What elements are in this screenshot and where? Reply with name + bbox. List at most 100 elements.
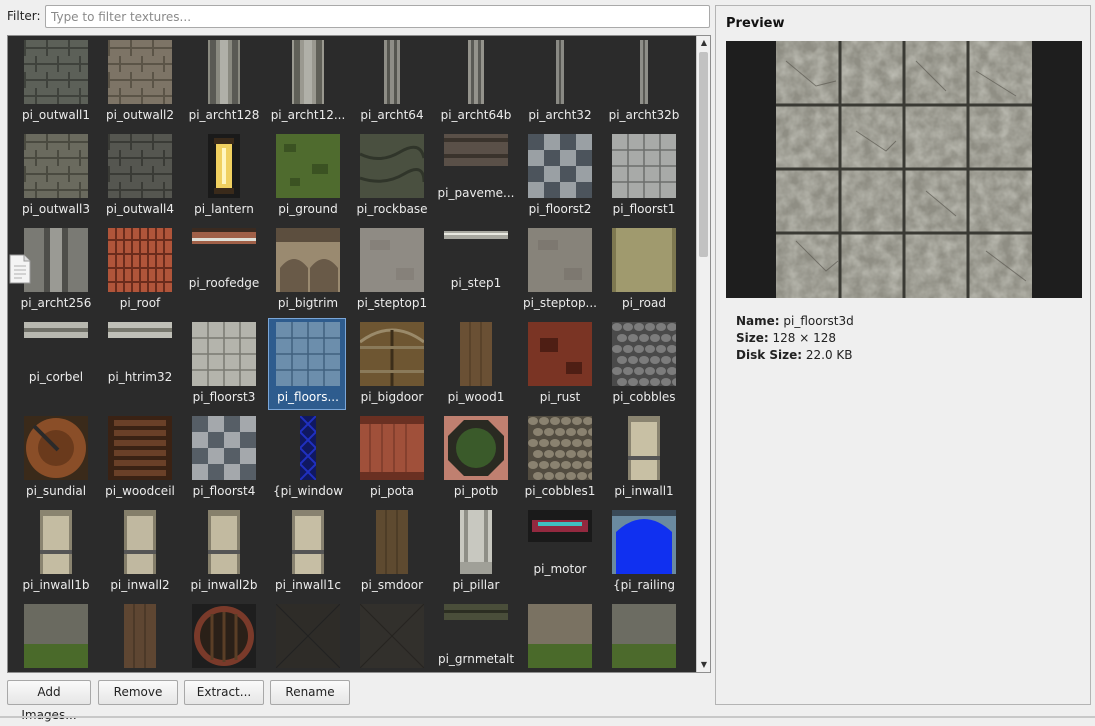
texture-item[interactable]: pi_step1 [434, 226, 518, 320]
texture-item[interactable]: pi_floorst1 [602, 132, 686, 226]
texture-thumbnail [108, 416, 172, 483]
texture-item[interactable]: pi_floorst3 [182, 320, 266, 414]
texture-thumbnail [468, 40, 484, 107]
scroll-up-icon[interactable]: ▲ [697, 36, 710, 50]
texture-item[interactable] [98, 602, 182, 672]
texture-label: pi_sundial [25, 484, 87, 498]
add-images-button[interactable]: Add Images... [7, 680, 91, 722]
texture-item[interactable]: pi_archt12... [266, 38, 350, 132]
texture-item[interactable]: pi_steptop... [518, 226, 602, 320]
texture-item[interactable] [518, 602, 602, 672]
texture-thumbnail [276, 322, 340, 389]
texture-label: pi_archt32b [608, 108, 680, 122]
texture-item[interactable]: pi_sundial [14, 414, 98, 508]
texture-thumbnail [612, 510, 676, 577]
preview-name: Name: pi_floorst3d [736, 314, 854, 328]
texture-item[interactable]: pi_motor [518, 508, 602, 602]
texture-list-scrollbar[interactable]: ▲ ▼ [696, 36, 710, 672]
texture-label: pi_rust [539, 390, 581, 404]
texture-label: pi_ground [278, 202, 338, 216]
texture-item[interactable]: pi_bigtrim [266, 226, 350, 320]
remove-button[interactable]: Remove [98, 680, 178, 705]
preview-size: Size: 128 × 128 [736, 331, 837, 345]
texture-item[interactable]: pi_roofedge [182, 226, 266, 320]
texture-item[interactable]: {pi_railing [602, 508, 686, 602]
texture-thumbnail [275, 603, 341, 671]
texture-thumbnail [40, 510, 72, 577]
texture-label: pi_grnmetalt [437, 652, 515, 666]
texture-item[interactable]: pi_floors... [266, 318, 350, 414]
texture-item[interactable]: pi_floorst2 [518, 132, 602, 226]
texture-item[interactable]: pi_pota [350, 414, 434, 508]
texture-item[interactable]: pi_wood1 [434, 320, 518, 414]
texture-item[interactable]: pi_rockbase [350, 132, 434, 226]
texture-thumbnail [528, 228, 592, 295]
texture-item[interactable]: pi_grnmetalt [434, 602, 518, 672]
texture-thumbnail [612, 134, 676, 201]
texture-item[interactable] [14, 602, 98, 672]
texture-label: pi_outwall3 [21, 202, 91, 216]
window-bottom-border [0, 716, 1095, 718]
scroll-down-icon[interactable]: ▼ [697, 658, 710, 672]
texture-thumbnail [108, 322, 172, 341]
texture-thumbnail [192, 228, 256, 247]
texture-item[interactable]: pi_smdoor [350, 508, 434, 602]
texture-thumbnail [628, 416, 660, 483]
texture-label: pi_roof [119, 296, 161, 310]
texture-label: pi_paveme... [437, 186, 515, 200]
texture-item[interactable]: pi_ground [266, 132, 350, 226]
texture-item[interactable]: pi_corbel [14, 320, 98, 414]
texture-item[interactable]: pi_pillar [434, 508, 518, 602]
texture-item[interactable] [350, 602, 434, 672]
texture-label: pi_corbel [28, 370, 84, 384]
texture-item[interactable]: pi_floorst4 [182, 414, 266, 508]
texture-item[interactable]: pi_potb [434, 414, 518, 508]
texture-item[interactable] [602, 602, 686, 672]
filter-input[interactable] [45, 5, 710, 28]
texture-item[interactable]: pi_archt32 [518, 38, 602, 132]
texture-item[interactable] [266, 602, 350, 672]
texture-item[interactable]: pi_roof [98, 226, 182, 320]
texture-item[interactable]: pi_inwall1b [14, 508, 98, 602]
texture-list[interactable]: pi_outwall1 pi_outwall2 pi_archt128 pi_arch… [7, 35, 711, 673]
texture-item[interactable]: pi_outwall3 [14, 132, 98, 226]
texture-item[interactable]: pi_rust [518, 320, 602, 414]
texture-item[interactable]: pi_archt64b [434, 38, 518, 132]
texture-thumbnail [24, 134, 88, 201]
scrollbar-thumb[interactable] [699, 52, 708, 257]
texture-label: pi_floorst1 [612, 202, 676, 216]
rename-button[interactable]: Rename [270, 680, 350, 705]
extract-button[interactable]: Extract... [184, 680, 264, 705]
texture-item[interactable]: pi_cobbles [602, 320, 686, 414]
texture-label: pi_steptop... [522, 296, 597, 310]
texture-item[interactable]: pi_woodceil [98, 414, 182, 508]
texture-item[interactable]: {pi_window [266, 414, 350, 508]
document-icon [9, 254, 31, 284]
texture-thumbnail [359, 322, 425, 389]
texture-item[interactable]: pi_inwall1c [266, 508, 350, 602]
texture-thumbnail [208, 40, 240, 107]
texture-item[interactable]: pi_archt128 [182, 38, 266, 132]
texture-item[interactable]: pi_road [602, 226, 686, 320]
texture-label: pi_inwall1b [22, 578, 90, 592]
texture-item[interactable]: pi_htrim32 [98, 320, 182, 414]
texture-item[interactable]: pi_outwall4 [98, 132, 182, 226]
texture-item[interactable]: pi_archt64 [350, 38, 434, 132]
texture-item[interactable]: pi_bigdoor [350, 320, 434, 414]
texture-item[interactable]: pi_inwall2 [98, 508, 182, 602]
texture-thumbnail [192, 322, 256, 389]
texture-item[interactable]: pi_paveme... [434, 132, 518, 226]
texture-label: pi_archt256 [20, 296, 92, 310]
texture-item[interactable]: pi_inwall1 [602, 414, 686, 508]
texture-item[interactable] [182, 602, 266, 672]
texture-item[interactable]: pi_inwall2b [182, 508, 266, 602]
texture-item[interactable]: pi_lantern [182, 132, 266, 226]
texture-item[interactable]: pi_outwall1 [14, 38, 98, 132]
texture-thumbnail [460, 510, 492, 577]
texture-item[interactable]: pi_steptop1 [350, 226, 434, 320]
texture-item[interactable]: pi_outwall2 [98, 38, 182, 132]
texture-item[interactable]: pi_cobbles1 [518, 414, 602, 508]
texture-thumbnail [528, 134, 592, 201]
texture-label: pi_bigdoor [360, 390, 424, 404]
texture-item[interactable]: pi_archt32b [602, 38, 686, 132]
